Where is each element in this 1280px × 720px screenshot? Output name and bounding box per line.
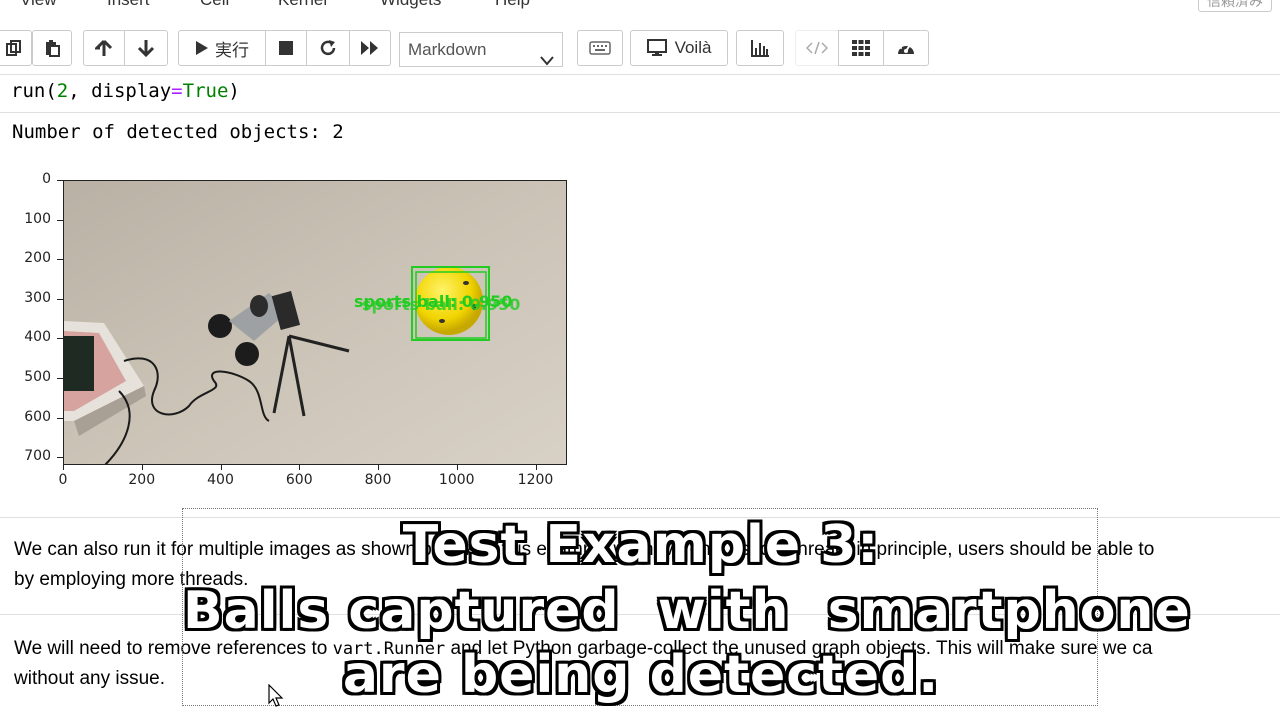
subtitle-line-3: are being detected.	[342, 645, 940, 705]
move-down-button[interactable]	[124, 30, 168, 66]
y-tick-label: 400	[24, 329, 51, 346]
cell-type-value: Markdown	[408, 40, 487, 59]
x-tick-mark	[141, 465, 143, 470]
subtitle-line-2: Balls captured with smartphone	[183, 581, 1191, 641]
trusted-badge[interactable]: 信頼済み	[1198, 0, 1272, 12]
voila-label: Voilà	[674, 38, 712, 57]
x-tick-label: 400	[207, 472, 234, 488]
move-up-button[interactable]	[83, 30, 125, 66]
code-icon	[806, 41, 828, 55]
menu-widgets[interactable]: Widgets	[380, 0, 441, 10]
run-label: 実行	[215, 40, 249, 60]
menu-kernel[interactable]: Kernel	[278, 0, 327, 10]
code-button[interactable]	[795, 30, 839, 66]
y-tick-mark	[57, 338, 63, 340]
y-tick-mark	[57, 377, 63, 379]
x-tick-label: 200	[128, 472, 156, 488]
copy-button[interactable]	[0, 30, 32, 66]
play-icon	[195, 40, 209, 56]
restart-icon	[319, 39, 337, 57]
paste-button[interactable]	[32, 30, 72, 66]
y-tick-label: 0	[42, 171, 51, 187]
chevron-down-icon	[540, 44, 554, 77]
voila-button[interactable]: Voilà	[630, 30, 728, 66]
y-tick-mark	[57, 219, 63, 221]
dashboard-icon	[896, 39, 916, 57]
chart-button[interactable]	[736, 30, 784, 66]
output-text: Number of detected objects: 2	[12, 121, 344, 143]
grid-button[interactable]	[838, 30, 884, 66]
y-tick-label: 500	[24, 368, 51, 385]
subtitle-line-1: Test Example 3:	[402, 515, 880, 575]
code-fn: run(	[11, 80, 57, 102]
y-tick-label: 100	[24, 210, 51, 227]
arrow-down-icon	[137, 39, 155, 57]
restart-run-all-button[interactable]	[349, 30, 391, 66]
y-tick-label: 300	[24, 289, 51, 306]
paste-icon	[43, 39, 61, 57]
dashboard-button[interactable]	[883, 30, 929, 66]
keyboard-icon	[589, 41, 611, 55]
menu-insert[interactable]: Insert	[107, 0, 150, 10]
code-operator: =	[171, 80, 183, 102]
y-tick-mark	[57, 180, 63, 181]
y-tick-mark	[57, 259, 63, 261]
output-image: sports ball: 0.950 sports ball: 0.950	[63, 180, 567, 465]
mouse-cursor-icon	[268, 683, 284, 713]
code-mid: , display	[68, 80, 172, 102]
x-tick-mark	[220, 465, 222, 470]
subtitle-overlay: Test Example 3: Balls captured with smar…	[182, 508, 1191, 706]
code-input[interactable]: run(2, display=True)	[11, 80, 240, 102]
menubar: View Insert Cell Kernel Widgets Help 信頼済…	[0, 0, 1280, 14]
code-number: 2	[56, 80, 69, 102]
fast-forward-icon	[360, 40, 380, 56]
restart-button[interactable]	[306, 30, 350, 66]
x-tick-label: 1000	[438, 472, 475, 488]
monitor-icon	[646, 39, 667, 57]
code-cell[interactable]: run(2, display=True)	[0, 74, 1280, 113]
menu-view[interactable]: View	[20, 0, 57, 10]
toolbar: 実行 Markdown Voilà	[0, 30, 1280, 68]
menu-help[interactable]: Help	[495, 0, 530, 10]
y-tick-label: 700	[24, 448, 51, 465]
x-tick-mark	[456, 465, 458, 470]
grid-icon	[852, 40, 870, 56]
x-tick-mark	[299, 465, 301, 470]
command-palette-button[interactable]	[577, 30, 623, 66]
code-close: )	[228, 80, 240, 102]
y-tick-mark	[57, 298, 63, 300]
detection-label: sports ball: 0.950	[362, 295, 520, 314]
y-tick-label: 600	[24, 408, 51, 425]
stop-icon	[278, 40, 294, 56]
run-button[interactable]: 実行	[178, 30, 266, 66]
markdown-paragraph-2-line-2: without any issue.	[14, 668, 166, 689]
x-tick-label: 600	[285, 472, 313, 488]
y-tick-mark	[57, 417, 63, 419]
x-tick-label: 0	[58, 472, 68, 488]
menu-cell[interactable]: Cell	[200, 0, 229, 10]
x-tick-label: 1200	[517, 472, 554, 488]
x-tick-mark	[63, 465, 64, 470]
arrow-up-icon	[95, 39, 113, 57]
stop-button[interactable]	[265, 30, 307, 66]
cell-type-select[interactable]: Markdown	[399, 32, 563, 67]
copy-icon	[5, 39, 23, 57]
code-keyword: True	[182, 80, 229, 102]
x-tick-mark	[378, 465, 379, 470]
x-tick-label: 800	[364, 472, 392, 488]
scene-illustration: sports ball: 0.950 sports ball: 0.950	[64, 181, 566, 464]
y-tick-label: 200	[24, 250, 51, 267]
bar-chart-icon	[750, 39, 770, 57]
y-tick-mark	[57, 457, 63, 459]
x-tick-mark	[535, 465, 537, 470]
